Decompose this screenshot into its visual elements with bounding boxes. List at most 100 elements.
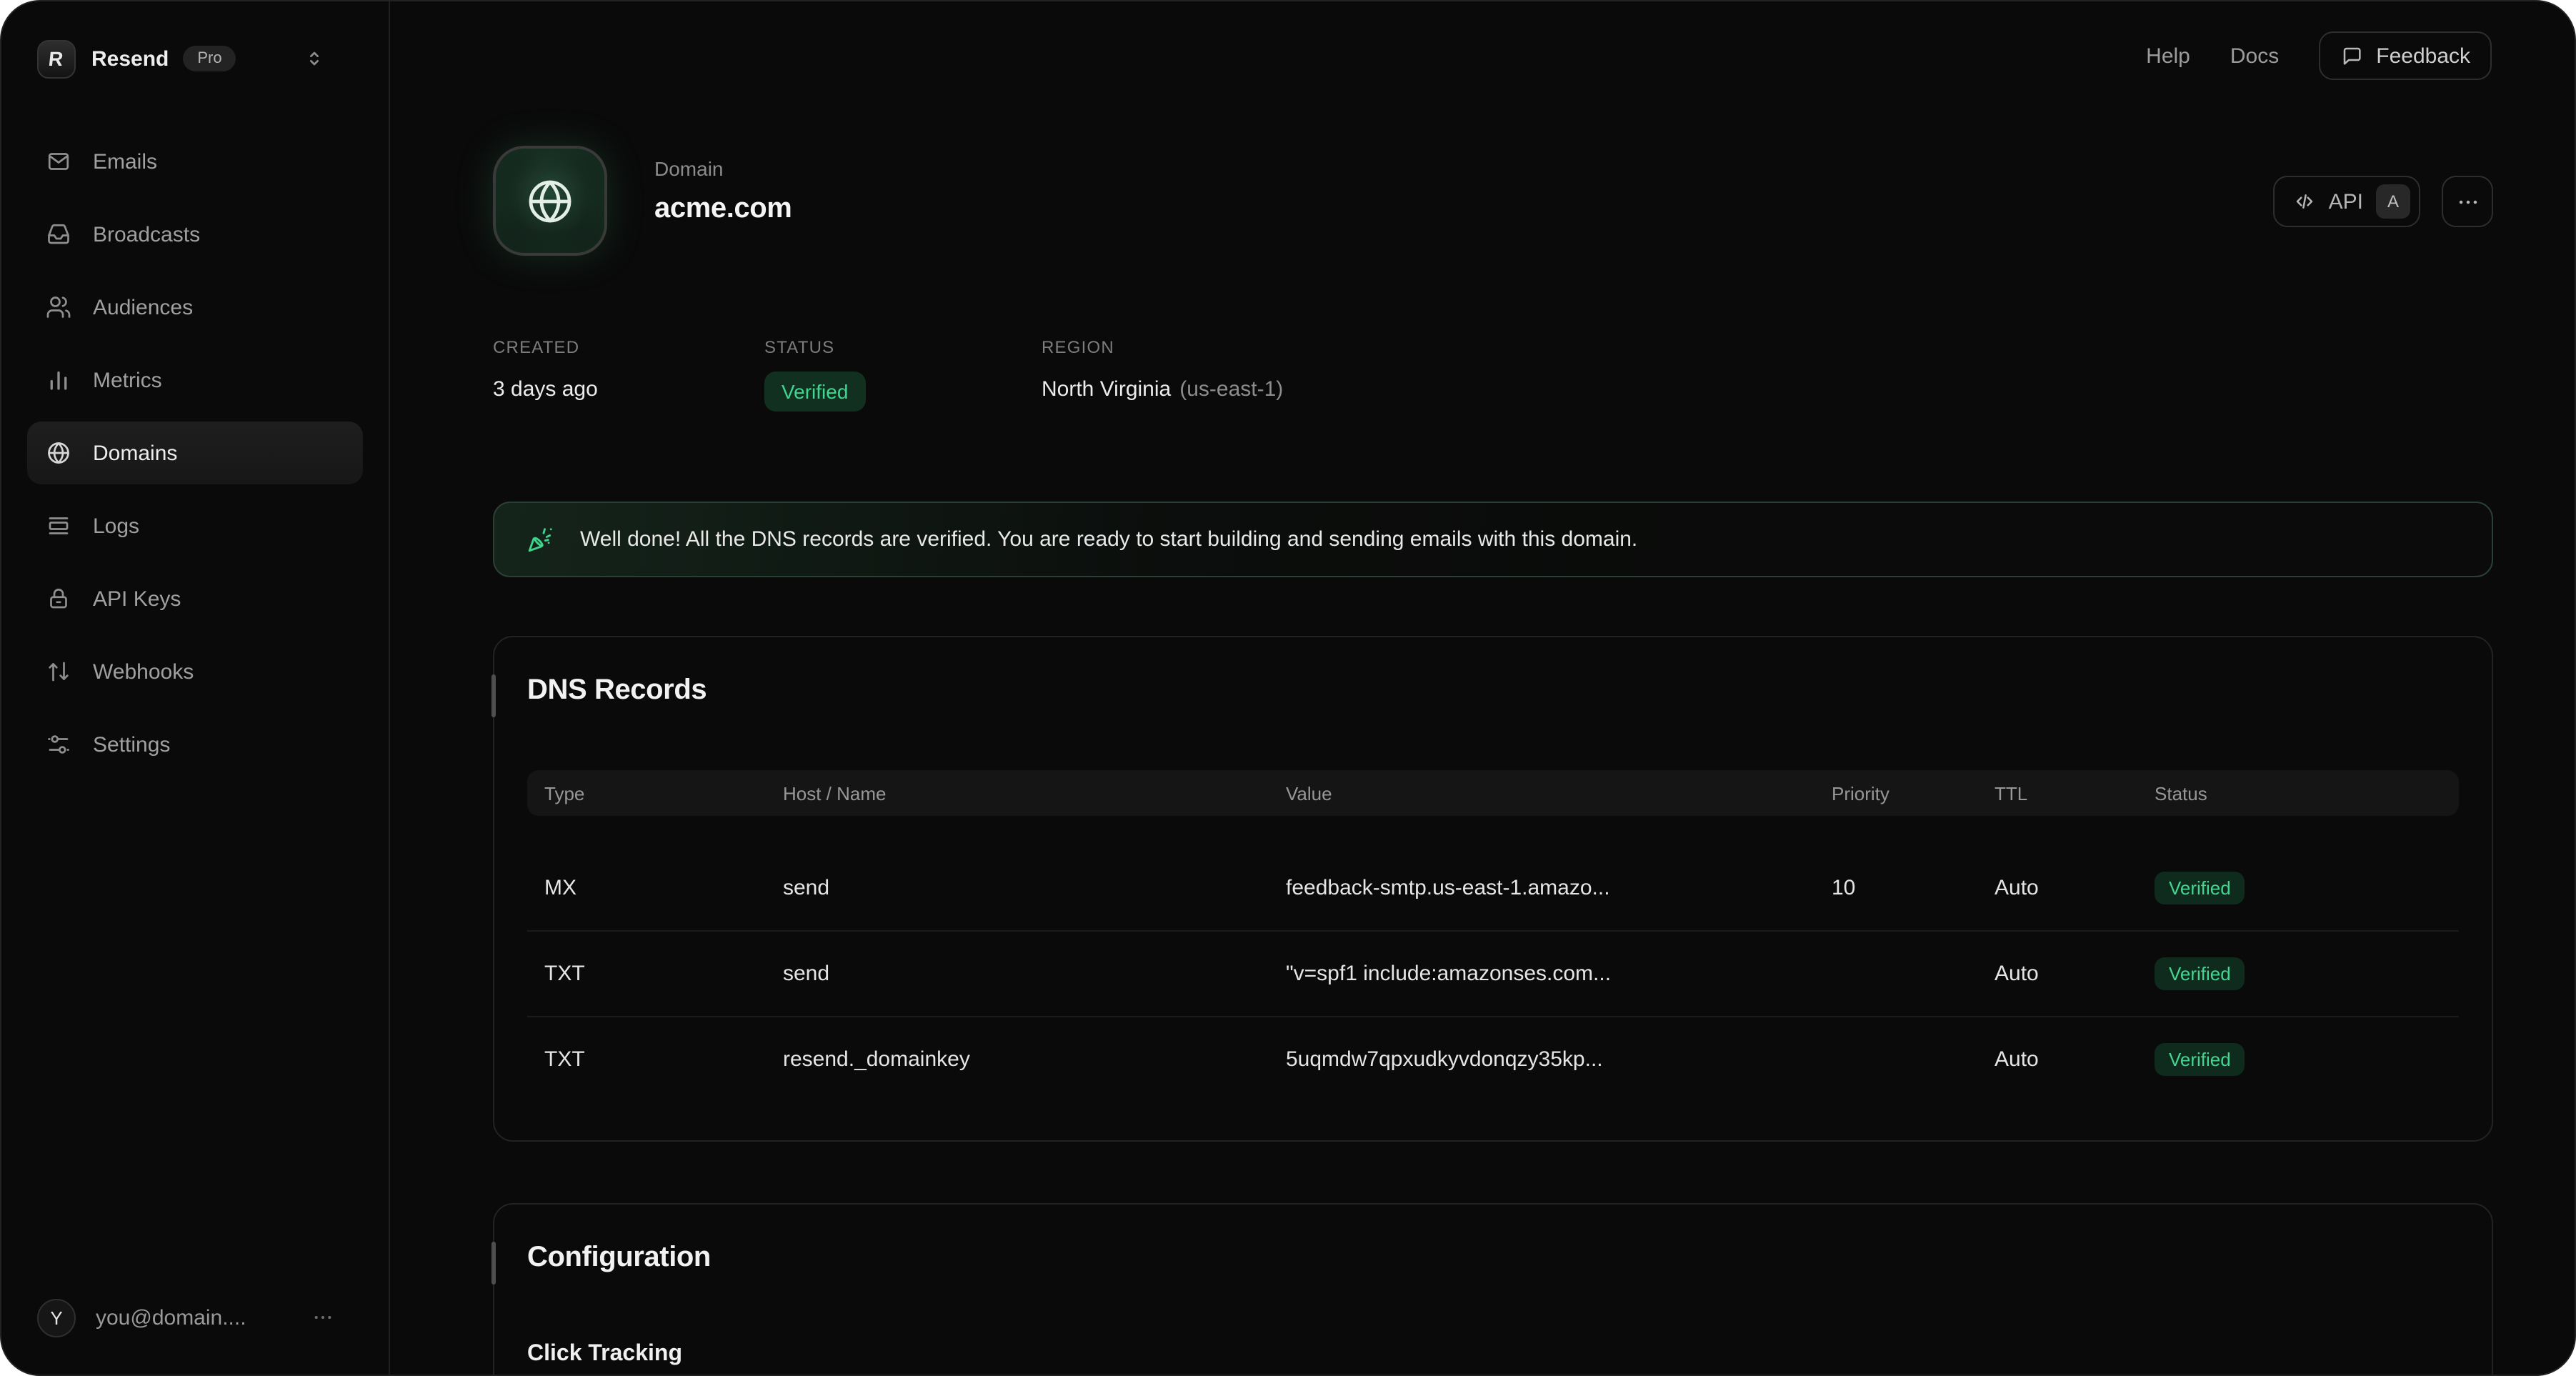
dns-table-header: Type Host / Name Value Priority TTL Stat… bbox=[527, 770, 2459, 816]
avatar: Y bbox=[37, 1298, 76, 1337]
success-banner: Well done! All the DNS records are verif… bbox=[493, 502, 2493, 577]
status-badge: Verified bbox=[764, 372, 865, 412]
mail-icon bbox=[46, 149, 71, 174]
cell-ttl: Auto bbox=[1995, 1047, 2155, 1072]
verified-badge: Verified bbox=[2155, 871, 2245, 904]
cell-value: 5uqmdw7qpxudkyvdonqzy35kp... bbox=[1286, 1047, 1832, 1072]
cell-ttl: Auto bbox=[1995, 962, 2155, 986]
globe-icon bbox=[524, 175, 576, 226]
rows-icon bbox=[46, 513, 71, 539]
sidebar-item-label: Broadcasts bbox=[93, 222, 200, 246]
sidebar-item-domains[interactable]: Domains bbox=[27, 422, 363, 484]
banner-message: Well done! All the DNS records are verif… bbox=[580, 527, 1637, 552]
dns-records-card: DNS Records Type Host / Name Value Prior… bbox=[493, 636, 2493, 1142]
status-label: STATUS bbox=[764, 337, 1042, 357]
cell-type: TXT bbox=[544, 1047, 783, 1072]
sidebar-item-label: Audiences bbox=[93, 295, 193, 319]
header-actions: API A bbox=[2273, 176, 2493, 227]
created-value: 3 days ago bbox=[493, 377, 764, 402]
sidebar-item-webhooks[interactable]: Webhooks bbox=[27, 640, 363, 703]
sidebar-item-label: Settings bbox=[93, 732, 170, 757]
verified-badge: Verified bbox=[2155, 1043, 2245, 1076]
click-tracking-heading: Click Tracking bbox=[527, 1342, 2459, 1367]
sidebar-item-label: Domains bbox=[93, 441, 177, 465]
region-code: (us-east-1) bbox=[1179, 377, 1283, 402]
column-header-priority: Priority bbox=[1832, 782, 1995, 804]
column-header-type: Type bbox=[544, 782, 783, 804]
inbox-icon bbox=[46, 221, 71, 247]
configuration-card: Configuration Click Tracking bbox=[493, 1203, 2493, 1376]
main-content: Help Docs Feedback Domain acme.com bbox=[390, 1, 2575, 1375]
created-column: CREATED 3 days ago bbox=[493, 337, 764, 412]
sidebar-item-label: Webhooks bbox=[93, 659, 194, 684]
arrow-up-down-icon bbox=[46, 659, 71, 684]
workspace-name: Resend bbox=[91, 46, 169, 71]
party-popper-icon bbox=[527, 526, 554, 553]
column-header-value: Value bbox=[1286, 782, 1832, 804]
table-row: TXT send "v=spf1 include:amazonses.com..… bbox=[527, 930, 2459, 1016]
domain-header: Domain acme.com API A bbox=[493, 146, 2493, 256]
api-button[interactable]: API A bbox=[2273, 176, 2420, 227]
avatar-initial: Y bbox=[50, 1307, 62, 1328]
region-name: North Virginia bbox=[1042, 377, 1171, 402]
sidebar-item-metrics[interactable]: Metrics bbox=[27, 349, 363, 412]
cell-type: TXT bbox=[544, 962, 783, 986]
account-menu[interactable]: Y you@domain.... bbox=[27, 1286, 363, 1349]
sidebar-item-label: Emails bbox=[93, 149, 157, 174]
dns-records-title: DNS Records bbox=[527, 673, 2459, 707]
table-row: TXT resend._domainkey 5uqmdw7qpxudkyvdon… bbox=[527, 1016, 2459, 1102]
page-title: acme.com bbox=[654, 193, 792, 226]
card-accent-notch bbox=[491, 1242, 496, 1285]
table-row: MX send feedback-smtp.us-east-1.amazo...… bbox=[527, 844, 2459, 930]
resend-logo: R bbox=[37, 39, 76, 78]
created-label: CREATED bbox=[493, 337, 764, 357]
domain-kicker: Domain bbox=[654, 157, 792, 180]
sidebar-item-logs[interactable]: Logs bbox=[27, 494, 363, 557]
sidebar: R Resend Pro Emails Broadcasts Audiences… bbox=[1, 1, 390, 1375]
column-header-status: Status bbox=[2155, 782, 2442, 804]
domain-page: Domain acme.com API A CREATED bbox=[493, 1, 2493, 1376]
api-label: API bbox=[2329, 189, 2363, 214]
ellipsis-icon bbox=[2455, 189, 2480, 214]
resend-app-window: R Resend Pro Emails Broadcasts Audiences… bbox=[0, 0, 2576, 1376]
keyboard-hint-badge: A bbox=[2376, 184, 2410, 219]
chevrons-up-down-icon bbox=[303, 47, 326, 70]
cell-type: MX bbox=[544, 875, 783, 899]
sidebar-item-emails[interactable]: Emails bbox=[27, 130, 363, 193]
domain-globe-tile bbox=[493, 146, 607, 256]
ellipsis-icon bbox=[311, 1306, 334, 1329]
workspace-switcher[interactable]: R Resend Pro bbox=[27, 27, 363, 90]
sidebar-item-label: Logs bbox=[93, 514, 139, 538]
card-accent-notch bbox=[491, 674, 496, 717]
users-icon bbox=[46, 294, 71, 320]
cell-host: send bbox=[783, 875, 1286, 899]
sidebar-item-label: Metrics bbox=[93, 368, 162, 392]
dns-table-body: MX send feedback-smtp.us-east-1.amazo...… bbox=[527, 844, 2459, 1102]
sidebar-item-label: API Keys bbox=[93, 587, 181, 611]
sidebar-item-settings[interactable]: Settings bbox=[27, 713, 363, 776]
sidebar-nav: Emails Broadcasts Audiences Metrics Doma… bbox=[27, 130, 363, 786]
region-value: North Virginia (us-east-1) bbox=[1042, 377, 1283, 402]
sidebar-item-broadcasts[interactable]: Broadcasts bbox=[27, 203, 363, 266]
region-label: REGION bbox=[1042, 337, 1283, 357]
configuration-title: Configuration bbox=[527, 1240, 2459, 1275]
cell-priority: 10 bbox=[1832, 875, 1995, 899]
region-column: REGION North Virginia (us-east-1) bbox=[1042, 337, 1283, 412]
cell-host: resend._domainkey bbox=[783, 1047, 1286, 1072]
sidebar-item-audiences[interactable]: Audiences bbox=[27, 276, 363, 339]
resend-logo-glyph: R bbox=[48, 47, 65, 70]
code-icon bbox=[2293, 190, 2316, 213]
more-options-button[interactable] bbox=[2442, 176, 2493, 227]
domain-titles: Domain acme.com bbox=[654, 146, 792, 256]
cell-value: feedback-smtp.us-east-1.amazo... bbox=[1286, 875, 1832, 899]
column-header-host: Host / Name bbox=[783, 782, 1286, 804]
globe-icon bbox=[46, 440, 71, 466]
user-email: you@domain.... bbox=[96, 1305, 246, 1330]
lock-icon bbox=[46, 586, 71, 612]
plan-badge: Pro bbox=[183, 46, 236, 71]
column-header-ttl: TTL bbox=[1995, 782, 2155, 804]
cell-value: "v=spf1 include:amazonses.com... bbox=[1286, 962, 1832, 986]
screenshot-stage: R Resend Pro Emails Broadcasts Audiences… bbox=[0, 0, 2576, 1376]
status-column: STATUS Verified bbox=[764, 337, 1042, 412]
sidebar-item-api-keys[interactable]: API Keys bbox=[27, 567, 363, 630]
